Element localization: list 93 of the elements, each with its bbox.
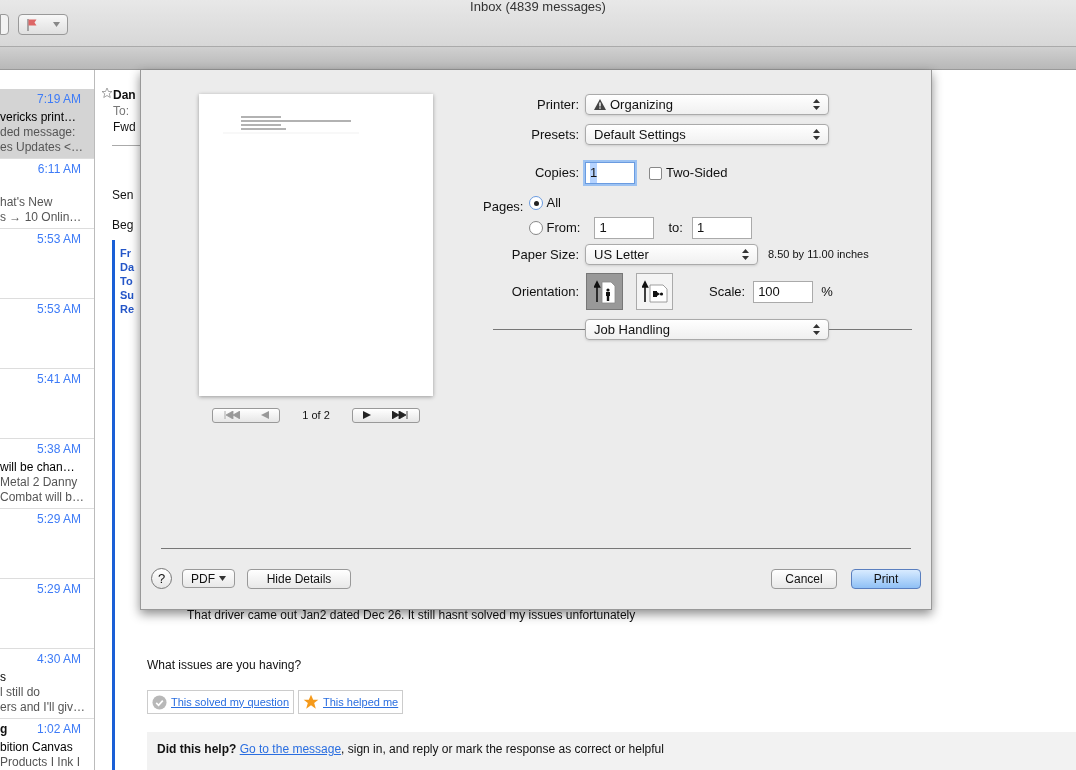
input-field[interactable]: 100	[753, 280, 814, 303]
field-label: to:	[668, 219, 683, 238]
flag-icon	[26, 18, 39, 31]
caret-icon	[52, 22, 60, 27]
message-preview-text: l still do	[0, 685, 40, 700]
message-time: 5:53 AM	[36, 302, 81, 317]
feedback-button[interactable]: This solved my question	[147, 690, 294, 714]
field-label: Printer:	[536, 95, 579, 114]
popup-button[interactable]: US Letter	[585, 244, 758, 265]
field-label: Copies:	[533, 164, 579, 183]
dialog-button[interactable]: Print	[851, 568, 921, 589]
orientation-button[interactable]	[636, 273, 673, 310]
check-circle-icon	[152, 694, 167, 710]
header-label: Fr	[120, 246, 131, 260]
message-preview-text: Combat will b…	[0, 490, 85, 505]
message-preview-text: hat's New	[0, 195, 53, 210]
page-indicator: 1 of 2	[302, 408, 330, 423]
message-preview-text: s → 10 Onlin…	[0, 210, 82, 225]
header-label: To	[120, 274, 133, 288]
message-subject: bition Canvas	[0, 740, 73, 754]
updown-arrows-icon	[813, 99, 820, 110]
last-page-icon	[392, 411, 409, 420]
next-last-buttons[interactable]	[351, 407, 420, 423]
orientation-button[interactable]	[586, 273, 623, 310]
popup-button[interactable]: Job Handling	[585, 319, 829, 340]
body-text: Sen	[112, 187, 134, 204]
checkbox[interactable]	[649, 166, 662, 180]
updown-arrows-icon	[742, 249, 749, 260]
field-label: Scale:	[709, 282, 746, 301]
previous-page-icon	[260, 411, 269, 420]
message-subject: s	[0, 670, 6, 684]
input-field[interactable]: 1	[585, 162, 635, 184]
message-preview-text: Products I Ink I	[0, 755, 81, 770]
message-row[interactable]: 7:19 AM vericks print… ded message: es Updates <…	[0, 89, 94, 159]
star-icon[interactable]	[101, 87, 113, 99]
updown-arrows-icon	[813, 129, 820, 140]
message-time: 5:29 AM	[36, 582, 81, 597]
feedback-button[interactable]: This helped me	[298, 690, 404, 714]
landscape-page-icon	[641, 279, 668, 304]
radio-button[interactable]	[529, 196, 544, 210]
message-time: 5:41 AM	[36, 372, 81, 387]
radio-label: All	[546, 194, 561, 213]
sender-name: g	[0, 722, 8, 737]
field-label: Paper Size:	[510, 245, 579, 264]
message-time: 7:19 AM	[36, 92, 81, 107]
checkbox-label: Two-Sided	[666, 164, 728, 183]
hide-details-button[interactable]: Hide Details	[247, 568, 351, 589]
message-time: 5:29 AM	[36, 512, 81, 527]
reply-text: That driver came out Jan2 dated Dec 26. It still hasnt solved my issues unfortunately	[187, 608, 636, 622]
sender-name: Dan	[113, 87, 136, 103]
radio-label: From:	[546, 219, 581, 238]
message-subject: will be chan…	[0, 460, 75, 474]
to-label: To:	[113, 103, 129, 119]
header-label: Da	[120, 260, 135, 274]
header-label: Re	[120, 302, 135, 316]
field-label: Pages:	[483, 199, 524, 214]
question-text: What issues are you having?	[147, 658, 302, 672]
next-page-icon	[363, 411, 372, 420]
message-preview-text: es Updates <…	[0, 140, 84, 155]
input-field[interactable]: 1	[594, 217, 655, 239]
star-icon	[303, 694, 319, 710]
message-time: 5:53 AM	[36, 232, 81, 247]
subject-text: Fwd	[113, 119, 136, 135]
message-time: 4:30 AM	[36, 652, 81, 667]
updown-arrows-icon	[813, 324, 820, 335]
window-title: Inbox (4839 messages)	[469, 0, 607, 16]
message-time: 6:11 AM	[37, 162, 81, 177]
first-previous-buttons[interactable]	[212, 407, 281, 423]
help-button[interactable]: ?	[151, 568, 172, 589]
caret-icon	[219, 576, 226, 581]
message-time: 5:38 AM	[36, 442, 81, 457]
message-subject: vericks print…	[0, 110, 76, 124]
field-label: Presets:	[530, 125, 579, 144]
popup-button[interactable]: Organizing	[585, 94, 829, 115]
toolbar-button[interactable]	[0, 14, 9, 35]
message-preview-text: ers and I'll giv…	[0, 700, 85, 715]
popup-button[interactable]: Default Settings	[585, 124, 829, 145]
message-preview-text: Metal 2 Danny	[0, 475, 78, 490]
radio-button[interactable]	[529, 221, 544, 235]
field-label: Orientation:	[510, 282, 579, 301]
help-text: Did this help? Go to the message, sign in, and reply or mark the response as correct or helpful	[157, 741, 665, 758]
input-field[interactable]: 1	[691, 217, 752, 239]
pdf-button[interactable]: PDF	[182, 569, 235, 588]
flag-button[interactable]	[18, 14, 68, 35]
portrait-page-icon	[593, 279, 616, 304]
dialog-button[interactable]: Cancel	[771, 568, 837, 589]
scale-unit: %	[821, 282, 833, 301]
body-text: Beg	[112, 217, 134, 234]
message-preview-text: ded message:	[0, 125, 76, 140]
message-time: 1:02 AM	[36, 722, 81, 737]
header-label: Su	[120, 288, 135, 302]
paper-dimensions: 8.50 by 11.00 inches	[768, 247, 869, 263]
first-page-icon	[223, 411, 240, 420]
